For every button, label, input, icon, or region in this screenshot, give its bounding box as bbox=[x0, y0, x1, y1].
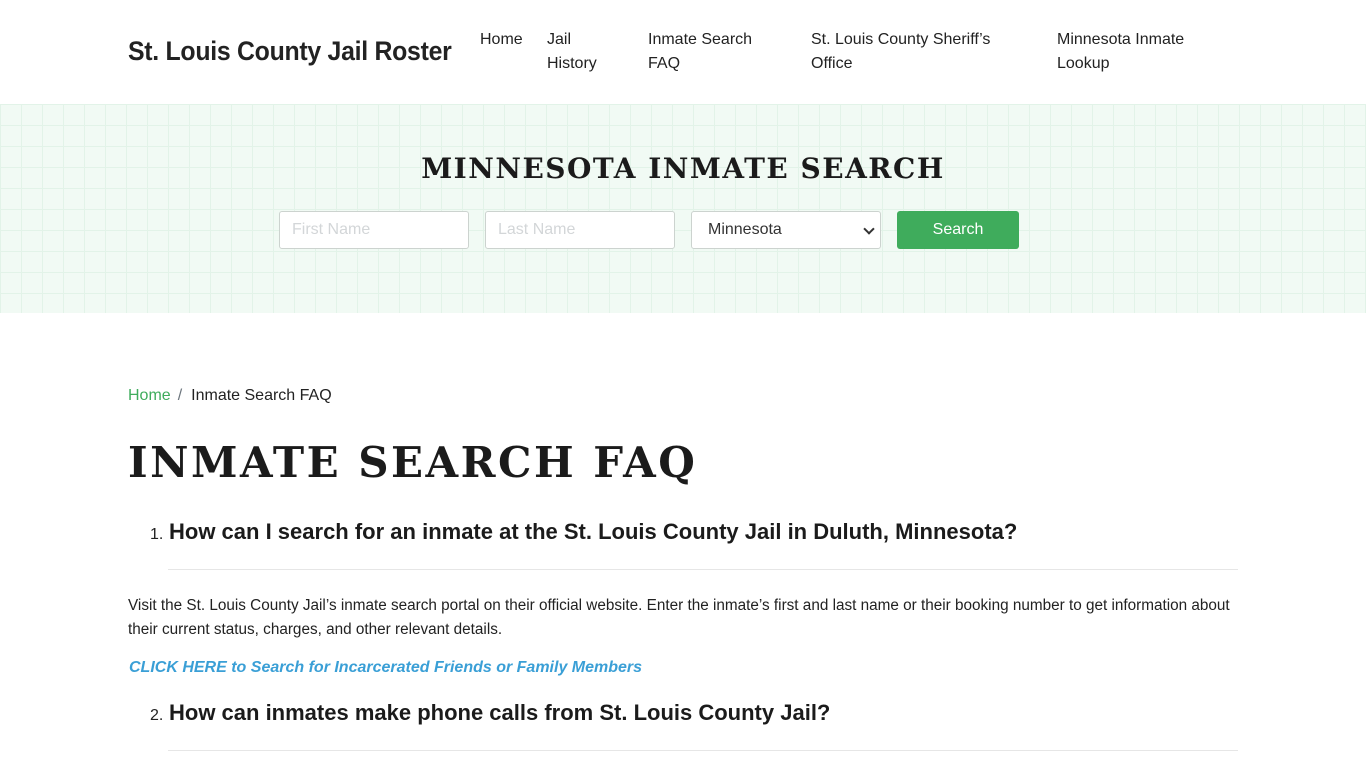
nav-home[interactable]: Home bbox=[480, 28, 530, 52]
nav-jail-history[interactable]: Jail History bbox=[547, 28, 617, 76]
main-nav: Home Jail History Inmate Search FAQ St. … bbox=[0, 28, 1366, 88]
breadcrumb-current: Inmate Search FAQ bbox=[191, 387, 332, 404]
inmate-search-hero: MINNESOTA INMATE SEARCH Minnesota Search bbox=[0, 104, 1366, 313]
breadcrumb-separator: / bbox=[177, 387, 183, 404]
faq-question: How can I search for an inmate at the St… bbox=[169, 519, 1018, 544]
nav-inmate-search-faq[interactable]: Inmate Search FAQ bbox=[648, 28, 778, 76]
search-cta-link[interactable]: CLICK HERE to Search for Incarcerated Fr… bbox=[129, 659, 642, 677]
search-title: MINNESOTA INMATE SEARCH bbox=[421, 152, 945, 185]
state-select[interactable]: Minnesota bbox=[691, 211, 881, 249]
site-header: St. Louis County Jail Roster Home Jail H… bbox=[0, 0, 1366, 104]
last-name-input[interactable] bbox=[485, 211, 675, 249]
chevron-down-icon bbox=[863, 223, 875, 235]
faq-divider bbox=[168, 750, 1238, 751]
state-select-value: Minnesota bbox=[708, 221, 782, 238]
faq-question: How can inmates make phone calls from St… bbox=[169, 700, 831, 725]
faq-answer: Visit the St. Louis County Jail’s inmate… bbox=[128, 597, 1230, 638]
faq-number: 1. bbox=[150, 526, 164, 543]
first-name-input[interactable] bbox=[279, 211, 469, 249]
breadcrumb: Home / Inmate Search FAQ bbox=[128, 386, 332, 406]
nav-sheriffs-office[interactable]: St. Louis County Sheriff’s Office bbox=[811, 28, 1021, 76]
search-button[interactable]: Search bbox=[897, 211, 1019, 249]
faq-number: 2. bbox=[150, 707, 164, 724]
page-title: INMATE SEARCH FAQ bbox=[128, 438, 698, 487]
faq-divider bbox=[168, 569, 1238, 570]
breadcrumb-home-link[interactable]: Home bbox=[128, 387, 171, 404]
nav-minnesota-inmate-lookup[interactable]: Minnesota Inmate Lookup bbox=[1057, 28, 1227, 76]
